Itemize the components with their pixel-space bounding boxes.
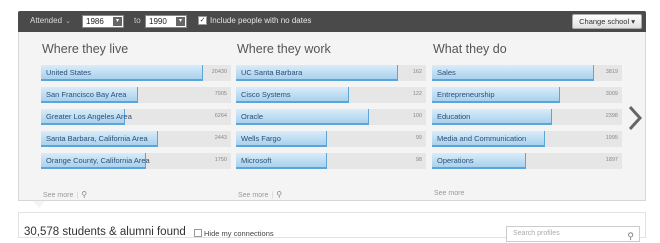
facet-row[interactable]: UC Santa Barbara 162: [234, 63, 426, 85]
facet-row-label: Operations: [437, 156, 474, 165]
to-year-select[interactable]: 1990 ▾: [145, 15, 187, 28]
search-icon: ⚲: [627, 231, 634, 241]
facet-row-label: Oracle: [241, 112, 264, 121]
filter-toolbar: Attended ⌄ 1986 ▾ to 1990 ▾ ✓ Include peo…: [18, 11, 646, 32]
divider: |: [76, 192, 79, 199]
see-more-label: See more: [238, 192, 269, 199]
search-icon[interactable]: ⚲: [276, 190, 282, 199]
facet-row-label: Education: [437, 112, 471, 121]
from-year-select[interactable]: 1986 ▾: [82, 15, 124, 28]
dropdown-arrow-icon: ▾: [113, 17, 122, 26]
facet-column: What they do Sales 3819 Entrepreneurship 300…: [430, 42, 622, 197]
facet-row[interactable]: Media and Communication 1995: [430, 129, 622, 151]
facet-row-count: 98: [415, 157, 422, 163]
facet-row-count: 3819: [605, 69, 618, 75]
to-label: to: [134, 16, 141, 25]
facet-row-label: Santa Barbara, California Area: [46, 134, 148, 143]
see-more-label: See more: [434, 190, 465, 197]
facet-row-count: 162: [412, 69, 422, 75]
facet-row-count: 1995: [605, 135, 618, 141]
facet-row-label: Microsoft: [241, 156, 272, 165]
results-count: 30,578 students & alumni found: [24, 226, 186, 238]
see-more-link[interactable]: See more | ⚲: [43, 190, 87, 199]
facet-row-count: 3009: [605, 91, 618, 97]
alumni-tool: Attended ⌄ 1986 ▾ to 1990 ▾ ✓ Include peo…: [0, 0, 660, 243]
next-arrow-icon[interactable]: [626, 103, 644, 133]
facet-column: Where they work UC Santa Barbara 162 Cisco …: [234, 42, 426, 199]
attended-label: Attended: [30, 16, 63, 25]
see-more-link[interactable]: See more | ⚲: [238, 190, 282, 199]
facet-title: Where they live: [42, 42, 129, 56]
facet-row[interactable]: Oracle 100: [234, 107, 426, 129]
facet-row-count: 2443: [214, 135, 227, 141]
facet-row[interactable]: Greater Los Angeles Area 6264: [39, 107, 231, 129]
facet-row[interactable]: Education 2398: [430, 107, 622, 129]
facet-row-label: UC Santa Barbara: [241, 68, 303, 77]
attended-dropdown[interactable]: Attended ⌄: [30, 16, 71, 25]
include-no-dates-label: Include people with no dates: [210, 16, 312, 25]
facet-row-label: Entrepreneurship: [437, 90, 495, 99]
search-icon[interactable]: ⚲: [81, 190, 87, 199]
from-year-value: 1986: [86, 17, 104, 26]
to-year-value: 1990: [149, 17, 167, 26]
facet-row-label: Media and Communication: [437, 134, 527, 143]
facet-column: Where they live United States 20430 San Fra…: [39, 42, 231, 199]
facet-row-count: 122: [412, 91, 422, 97]
search-placeholder: Search profiles: [513, 230, 560, 237]
facet-row[interactable]: Entrepreneurship 3009: [430, 85, 622, 107]
divider: |: [271, 192, 274, 199]
facet-row[interactable]: Microsoft 98: [234, 151, 426, 173]
search-profiles-input[interactable]: Search profiles ⚲: [506, 226, 640, 242]
include-no-dates-checkbox[interactable]: ✓: [198, 16, 207, 25]
see-more-label: See more: [43, 192, 74, 199]
facet-row-count: 20430: [211, 69, 227, 75]
facet-row-label: Sales: [437, 68, 456, 77]
facet-row[interactable]: Wells Fargo 99: [234, 129, 426, 151]
facet-row-label: Greater Los Angeles Area: [46, 112, 132, 121]
facet-row-count: 7905: [214, 91, 227, 97]
chevron-down-icon: ⌄: [65, 18, 71, 25]
facet-row-label: Orange County, California Area: [46, 156, 150, 165]
change-school-button[interactable]: Change school ▾: [572, 14, 642, 29]
facet-row-label: San Francisco Bay Area: [46, 90, 127, 99]
panel-pointer: [33, 201, 45, 208]
hide-connections-label: Hide my connections: [204, 229, 274, 238]
facet-row-count: 99: [415, 135, 422, 141]
facet-row-count: 6264: [214, 113, 227, 119]
facet-bar-fill: [432, 65, 594, 81]
facet-row-count: 2398: [605, 113, 618, 119]
facet-row[interactable]: Operations 1897: [430, 151, 622, 173]
hide-connections-checkbox[interactable]: [194, 229, 202, 237]
dropdown-arrow-icon: ▾: [176, 17, 185, 26]
facet-row[interactable]: San Francisco Bay Area 7905: [39, 85, 231, 107]
facet-row[interactable]: Orange County, California Area 1750: [39, 151, 231, 173]
facet-row-count: 1897: [605, 157, 618, 163]
facet-row[interactable]: Cisco Systems 122: [234, 85, 426, 107]
facets-panel: Where they live United States 20430 San Fra…: [18, 32, 646, 201]
facet-row-label: Wells Fargo: [241, 134, 281, 143]
facet-row-label: Cisco Systems: [241, 90, 291, 99]
see-more-link[interactable]: See more: [434, 190, 464, 197]
facet-row-count: 1750: [214, 157, 227, 163]
facet-title: Where they work: [237, 42, 331, 56]
facet-row-count: 100: [412, 113, 422, 119]
facet-row[interactable]: Santa Barbara, California Area 2443: [39, 129, 231, 151]
facet-row[interactable]: Sales 3819: [430, 63, 622, 85]
facet-title: What they do: [433, 42, 507, 56]
facet-row[interactable]: United States 20430: [39, 63, 231, 85]
facet-row-label: United States: [46, 68, 92, 77]
